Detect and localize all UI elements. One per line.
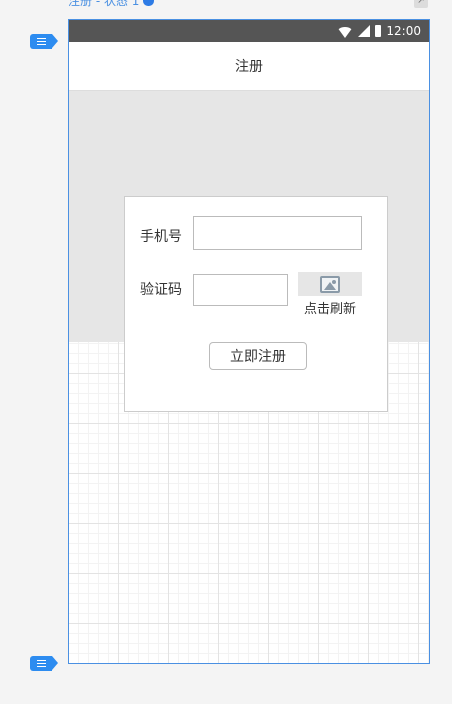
menu-icon (37, 38, 46, 45)
page-state-text: 注册 - 状态 1 (68, 0, 140, 8)
pin-icon[interactable]: ↗ (414, 0, 428, 8)
page-title: 注册 (235, 59, 263, 75)
register-form-card: 手机号 验证码 点击刷新 立即注册 (124, 196, 388, 412)
phone-label: 手机号 (140, 229, 182, 245)
shield-icon (143, 0, 155, 6)
phone-frame: 12:00 注册 手机号 验证码 点击刷新 立即注册 (68, 19, 430, 664)
status-bar: 12:00 (69, 20, 429, 42)
code-label: 验证码 (140, 282, 182, 298)
wifi-icon (337, 26, 354, 38)
nav-bar: 注册 (69, 42, 429, 91)
status-time: 12:00 (386, 24, 421, 38)
signal-icon (358, 25, 371, 37)
refresh-captcha-link[interactable]: 点击刷新 (298, 298, 362, 317)
top-breakpoint-marker[interactable] (30, 34, 58, 49)
page-state-label: 注册 - 状态 1 (68, 0, 155, 9)
captcha-image[interactable] (298, 272, 362, 296)
bottom-breakpoint-marker[interactable] (30, 656, 58, 671)
menu-icon (37, 660, 46, 667)
code-input[interactable] (193, 274, 288, 306)
phone-input[interactable] (193, 216, 362, 250)
image-icon (320, 275, 340, 293)
register-button[interactable]: 立即注册 (209, 342, 307, 370)
battery-icon (375, 25, 382, 37)
